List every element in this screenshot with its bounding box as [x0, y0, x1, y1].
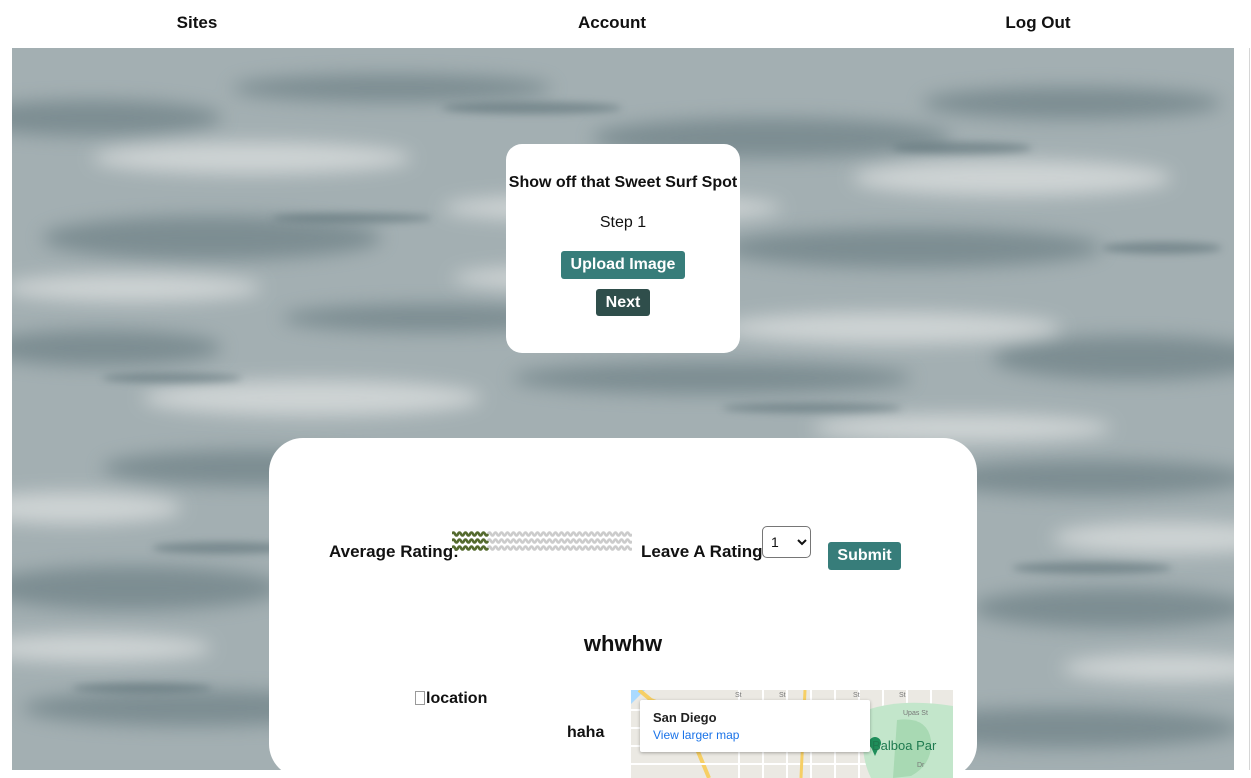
- scrollbar-track[interactable]: [1249, 0, 1250, 770]
- upload-title: Show off that Sweet Surf Spot: [508, 174, 738, 191]
- map-street-label: St: [779, 692, 786, 699]
- average-rating-label: Average Rating:: [329, 542, 459, 561]
- upload-image-button[interactable]: Upload Image: [561, 251, 685, 279]
- step-label: Step 1: [599, 214, 647, 231]
- map-street-label: Upas St: [903, 710, 928, 717]
- rating-select[interactable]: 1: [762, 526, 811, 558]
- map-place-name: San Diego: [653, 710, 717, 725]
- top-nav: Sites Account Log Out: [0, 0, 1251, 48]
- leave-rating-label: Leave A Rating: [641, 542, 763, 561]
- wave-empty-icon: [486, 531, 526, 551]
- site-description: haha: [567, 724, 605, 741]
- nav-sites-link[interactable]: Sites: [177, 13, 218, 33]
- site-name: whwhw: [583, 631, 663, 656]
- upload-card: Show off that Sweet Surf Spot Step 1 Upl…: [506, 144, 740, 353]
- map-poi-label: Balboa Par: [872, 738, 937, 753]
- wave-filled-icon: [452, 531, 490, 551]
- view-larger-map-link[interactable]: View larger map: [653, 728, 739, 742]
- map-street-label: Dr: [917, 762, 925, 769]
- wave-rating: [452, 531, 632, 551]
- site-image-alt: location: [426, 690, 488, 707]
- map-street-label: St: [735, 692, 742, 699]
- map-street-label: St: [853, 692, 860, 699]
- nav-account-link[interactable]: Account: [578, 13, 646, 33]
- site-image: location: [415, 690, 487, 708]
- wave-empty-icon: [594, 531, 632, 551]
- next-button[interactable]: Next: [596, 289, 650, 316]
- nav-logout-link[interactable]: Log Out: [1005, 13, 1070, 33]
- site-detail-card: Average Rating: Leave A Rating 1 Submit …: [269, 438, 977, 778]
- map-street-label: St: [899, 692, 906, 699]
- embedded-map[interactable]: Upas St St St St St Dr Balboa Par San Di…: [631, 690, 953, 778]
- wave-empty-icon: [558, 531, 598, 551]
- submit-rating-button[interactable]: Submit: [828, 542, 901, 570]
- map-info-window: San Diego View larger map: [640, 700, 870, 752]
- broken-image-icon: [415, 691, 425, 705]
- wave-empty-icon: [522, 531, 562, 551]
